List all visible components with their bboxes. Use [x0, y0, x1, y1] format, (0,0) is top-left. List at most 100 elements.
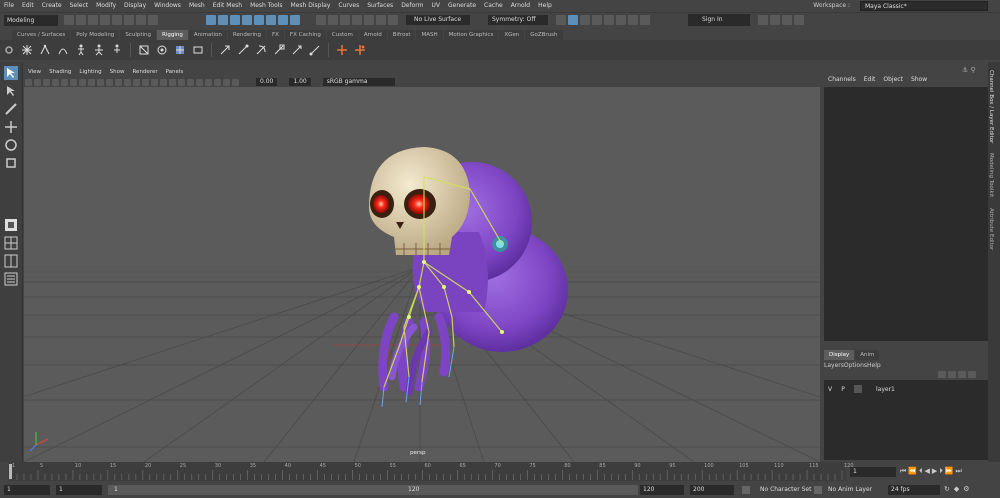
menu-create[interactable]: Create — [38, 0, 66, 12]
select-component-icon[interactable] — [148, 15, 158, 25]
snap-edge-icon[interactable] — [278, 15, 288, 25]
undo-icon[interactable] — [100, 15, 110, 25]
menu-edit-mesh[interactable]: Edit Mesh — [209, 0, 246, 12]
add-icon[interactable] — [336, 44, 348, 56]
channel-box-menu-show[interactable]: Show — [907, 75, 931, 85]
sign-in-button[interactable]: Sign In — [688, 14, 750, 26]
playback-start-field[interactable]: 1 — [56, 485, 102, 495]
menu-curves[interactable]: Curves — [334, 0, 363, 12]
shadows-icon[interactable] — [169, 78, 176, 86]
scale-tool-icon[interactable] — [4, 156, 18, 170]
snap-face-icon[interactable] — [290, 15, 300, 25]
anim-layer-label[interactable]: No Anim Layer — [828, 485, 872, 495]
modeling-toolkit-tab[interactable]: Modeling Toolkit — [988, 153, 994, 197]
viewport-menu-lighting[interactable]: Lighting — [75, 67, 105, 77]
menu-uv[interactable]: UV — [428, 0, 445, 12]
viewport-menu-shading[interactable]: Shading — [45, 67, 75, 77]
gear-icon[interactable] — [3, 44, 15, 56]
shelf-tab-rendering[interactable]: Rendering — [227, 30, 266, 40]
lasso-tool-icon[interactable] — [4, 84, 18, 98]
symmetry-select[interactable]: Symmetry: Off — [488, 15, 548, 25]
snap-view-icon[interactable] — [242, 15, 252, 25]
shelf-tab-animation[interactable]: Animation — [188, 30, 227, 40]
shelf-tab-rigging[interactable]: Rigging — [157, 30, 188, 40]
resolution-gate-icon[interactable] — [79, 78, 86, 86]
render-view-icon[interactable] — [616, 15, 626, 25]
tool-settings-icon[interactable] — [770, 15, 780, 25]
toggle-icon[interactable] — [604, 15, 614, 25]
locator-icon[interactable] — [354, 44, 366, 56]
snap-curve-icon[interactable] — [218, 15, 228, 25]
create-joints-icon[interactable] — [21, 44, 33, 56]
shelf-tab-poly-modeling[interactable]: Poly Modeling — [71, 30, 120, 40]
pole-vector-icon[interactable] — [309, 44, 321, 56]
menu-select[interactable]: Select — [66, 0, 93, 12]
menu-modify[interactable]: Modify — [92, 0, 120, 12]
two-view-icon[interactable] — [4, 254, 18, 268]
shelf-tab-xgen[interactable]: XGen — [499, 30, 525, 40]
panel-icon[interactable] — [640, 15, 650, 25]
shelf-tab-arnold[interactable]: Arnold — [358, 30, 387, 40]
range-slider-handle[interactable] — [108, 485, 638, 495]
colorspace-select[interactable]: sRGB gamma — [322, 78, 395, 86]
smooth-bind-icon[interactable] — [156, 44, 168, 56]
field-chart-icon[interactable] — [97, 78, 104, 86]
go-to-end-icon[interactable]: ⏭ — [956, 467, 962, 476]
use-all-lights-icon[interactable] — [160, 78, 167, 86]
save-scene-icon[interactable] — [88, 15, 98, 25]
start-time-field[interactable]: 1 — [4, 485, 50, 495]
menu-arnold[interactable]: Arnold — [507, 0, 534, 12]
go-to-start-icon[interactable]: ⏮ — [900, 467, 906, 476]
menu-help[interactable]: Help — [534, 0, 556, 12]
loop-icon[interactable]: ↻ — [944, 485, 950, 493]
snap-grid-icon[interactable] — [206, 15, 216, 25]
live-surface-field[interactable]: No Live Surface — [406, 15, 470, 25]
step-forward-icon[interactable]: ⏩ — [945, 467, 954, 475]
menu-mesh-display[interactable]: Mesh Display — [287, 0, 335, 12]
shelf-tab-custom[interactable]: Custom — [326, 30, 358, 40]
render-icon[interactable] — [352, 15, 362, 25]
play-back-icon[interactable]: ◀ — [925, 467, 930, 475]
soft-select-icon[interactable] — [556, 15, 566, 25]
move-layer-up-icon[interactable] — [938, 371, 946, 378]
layer-tab-display[interactable]: Display — [824, 350, 855, 360]
layer-menu-help[interactable]: Help — [867, 362, 881, 369]
pin-icon[interactable]: ⚲ — [971, 66, 976, 74]
paint-weights-icon[interactable] — [174, 44, 186, 56]
menu-deform[interactable]: Deform — [397, 0, 427, 12]
menu-surfaces[interactable]: Surfaces — [363, 0, 397, 12]
xray-joints-icon[interactable] — [223, 78, 230, 86]
camera-icon[interactable] — [580, 15, 590, 25]
snap-point-icon[interactable] — [230, 15, 240, 25]
rotate-tool-icon[interactable] — [4, 138, 18, 152]
end-time-field[interactable]: 200 — [690, 485, 734, 495]
grid-icon[interactable] — [61, 78, 68, 86]
character-set-icon[interactable] — [742, 486, 750, 494]
shelf-tab-fx-caching[interactable]: FX Caching — [284, 30, 326, 40]
shelf-tab-gozbrush[interactable]: GoZBrush — [525, 30, 563, 40]
redo-icon[interactable] — [112, 15, 122, 25]
auto-key-icon[interactable]: ◆ — [954, 485, 959, 493]
single-view-icon[interactable] — [4, 218, 18, 232]
gamma-field[interactable]: 1.00 — [289, 78, 311, 86]
paint-select-icon[interactable] — [4, 102, 18, 116]
select-hierarchy-icon[interactable] — [124, 15, 134, 25]
four-view-icon[interactable] — [4, 236, 18, 250]
channel-box-icon[interactable] — [782, 15, 792, 25]
time-slider[interactable]: 1 5 10 15 20 25 30 35 40 45 50 55 60 65 70 75 80 85 90 95 10… — [8, 462, 854, 481]
shelf-tab-motion-graphics[interactable]: Motion Graphics — [443, 30, 499, 40]
wireframe-on-shaded-icon[interactable] — [142, 78, 149, 86]
layer-menu-options[interactable]: Options — [844, 362, 867, 369]
menu-display[interactable]: Display — [120, 0, 150, 12]
workspace-select[interactable]: Maya Classic* — [860, 1, 988, 11]
layer-row[interactable]: V P layer1 — [824, 384, 988, 394]
film-gate-icon[interactable] — [70, 78, 77, 86]
move-layer-down-icon[interactable] — [948, 371, 956, 378]
construction-history-icon[interactable] — [340, 15, 350, 25]
ambient-occlusion-icon[interactable] — [178, 78, 185, 86]
step-back-key-icon[interactable]: ⏴ — [919, 467, 923, 476]
snap-surface-icon[interactable] — [254, 15, 264, 25]
ik-spline-icon[interactable] — [57, 44, 69, 56]
move-tool-icon[interactable] — [4, 120, 18, 134]
new-layer-selected-icon[interactable] — [968, 371, 976, 378]
